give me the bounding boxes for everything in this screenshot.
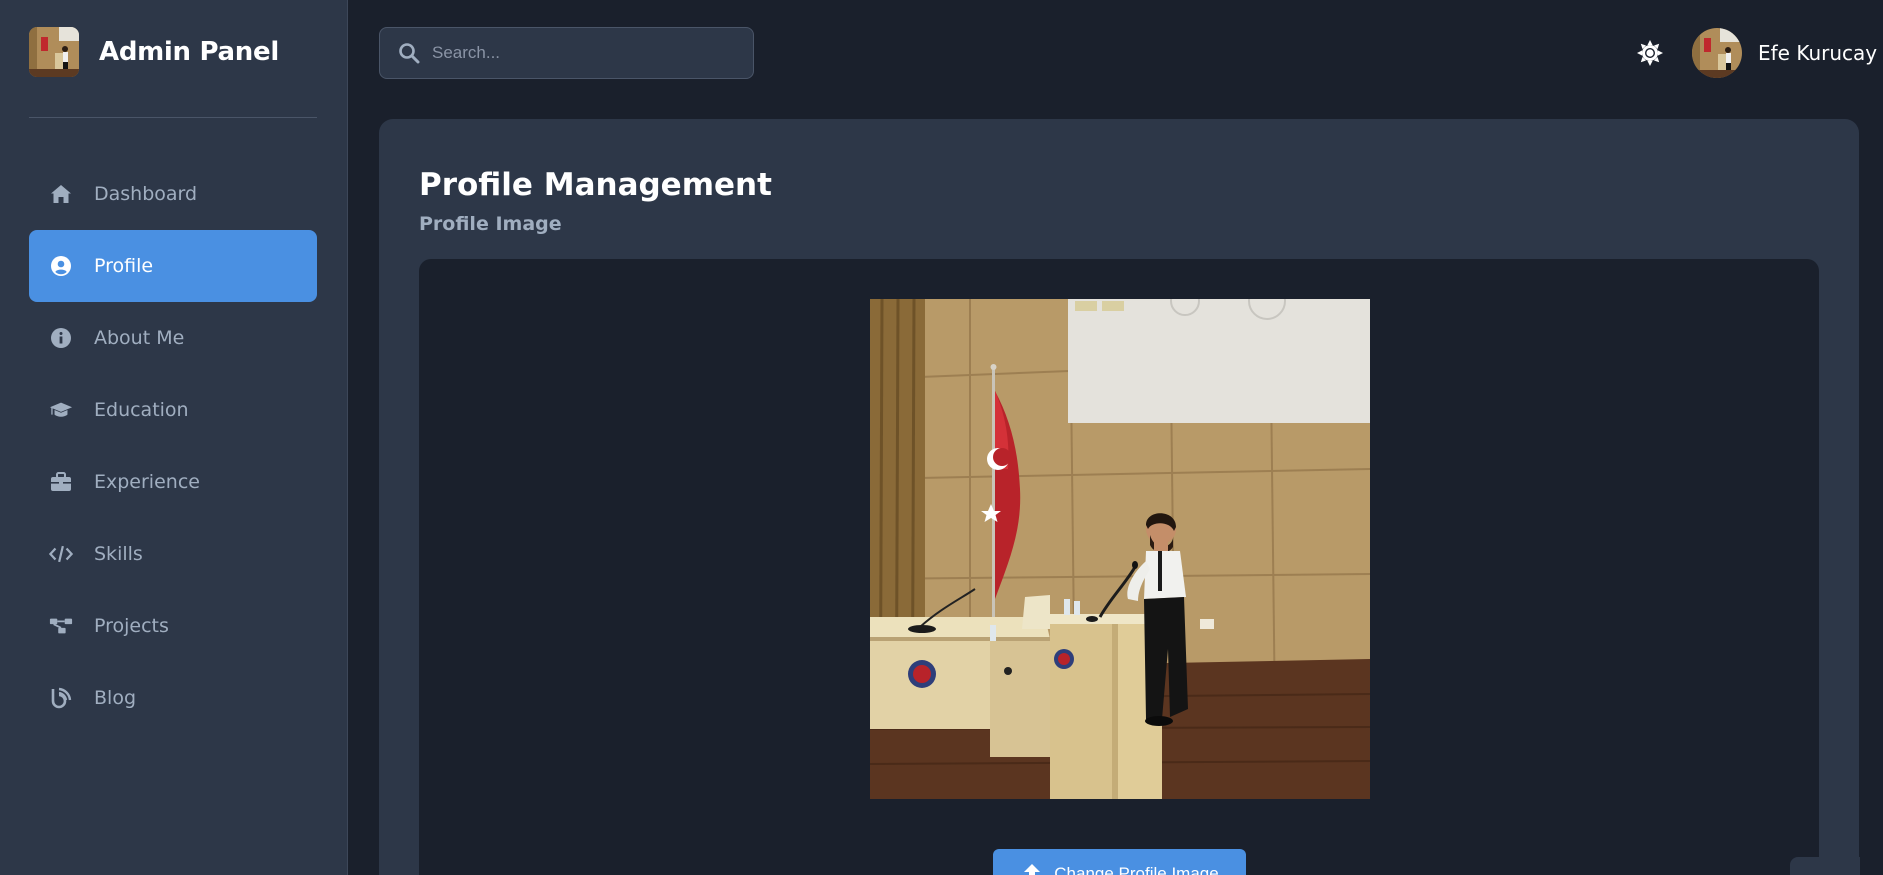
sidebar-item-label: Blog	[94, 687, 136, 709]
sidebar-nav: Dashboard Profile About Me Education Exp…	[29, 158, 317, 734]
brand-title: Admin Panel	[99, 37, 279, 67]
brand-logo	[29, 27, 79, 77]
sidebar-item-profile[interactable]: Profile	[29, 230, 317, 302]
sun-icon	[1636, 39, 1664, 67]
sidebar-item-blog[interactable]: Blog	[29, 662, 317, 734]
user-menu[interactable]: Efe Kurucay	[1692, 28, 1877, 78]
sidebar-item-label: Experience	[94, 471, 200, 493]
sidebar-item-label: Education	[94, 399, 189, 421]
search-icon	[398, 42, 420, 64]
search-box[interactable]	[379, 27, 754, 79]
graduation-cap-icon	[49, 398, 73, 422]
sidebar-item-label: About Me	[94, 327, 185, 349]
avatar	[1692, 28, 1742, 78]
sidebar-item-education[interactable]: Education	[29, 374, 317, 446]
sidebar-divider	[29, 117, 317, 118]
upload-icon	[1020, 862, 1044, 875]
sidebar-item-experience[interactable]: Experience	[29, 446, 317, 518]
sidebar-item-label: Skills	[94, 543, 143, 565]
section-title: Profile Image	[419, 213, 562, 235]
change-profile-image-button[interactable]: Change Profile Image	[993, 849, 1246, 875]
code-icon	[49, 542, 73, 566]
theme-toggle-button[interactable]	[1635, 38, 1665, 68]
page-title: Profile Management	[419, 167, 772, 203]
search-input[interactable]	[432, 43, 732, 63]
sidebar: Admin Panel Dashboard Profile About Me E…	[0, 0, 348, 875]
change-profile-image-label: Change Profile Image	[1054, 864, 1219, 875]
sidebar-item-label: Profile	[94, 255, 154, 277]
brand[interactable]: Admin Panel	[29, 27, 279, 77]
info-circle-icon	[49, 326, 73, 350]
sidebar-item-dashboard[interactable]: Dashboard	[29, 158, 317, 230]
sidebar-item-skills[interactable]: Skills	[29, 518, 317, 590]
project-diagram-icon	[49, 614, 73, 638]
sidebar-item-label: Dashboard	[94, 183, 198, 205]
sidebar-item-projects[interactable]: Projects	[29, 590, 317, 662]
user-circle-icon	[49, 254, 73, 278]
profile-image	[870, 299, 1370, 799]
briefcase-icon	[49, 470, 73, 494]
sidebar-item-about-me[interactable]: About Me	[29, 302, 317, 374]
user-name: Efe Kurucay	[1758, 41, 1878, 65]
sidebar-item-label: Projects	[94, 615, 169, 637]
profile-image-panel: Change Profile Image	[419, 259, 1819, 875]
home-icon	[49, 182, 73, 206]
scroll-corner-tab	[1790, 857, 1860, 875]
blog-icon	[49, 686, 73, 710]
profile-management-card: Profile Management Profile Image Change …	[379, 119, 1859, 875]
